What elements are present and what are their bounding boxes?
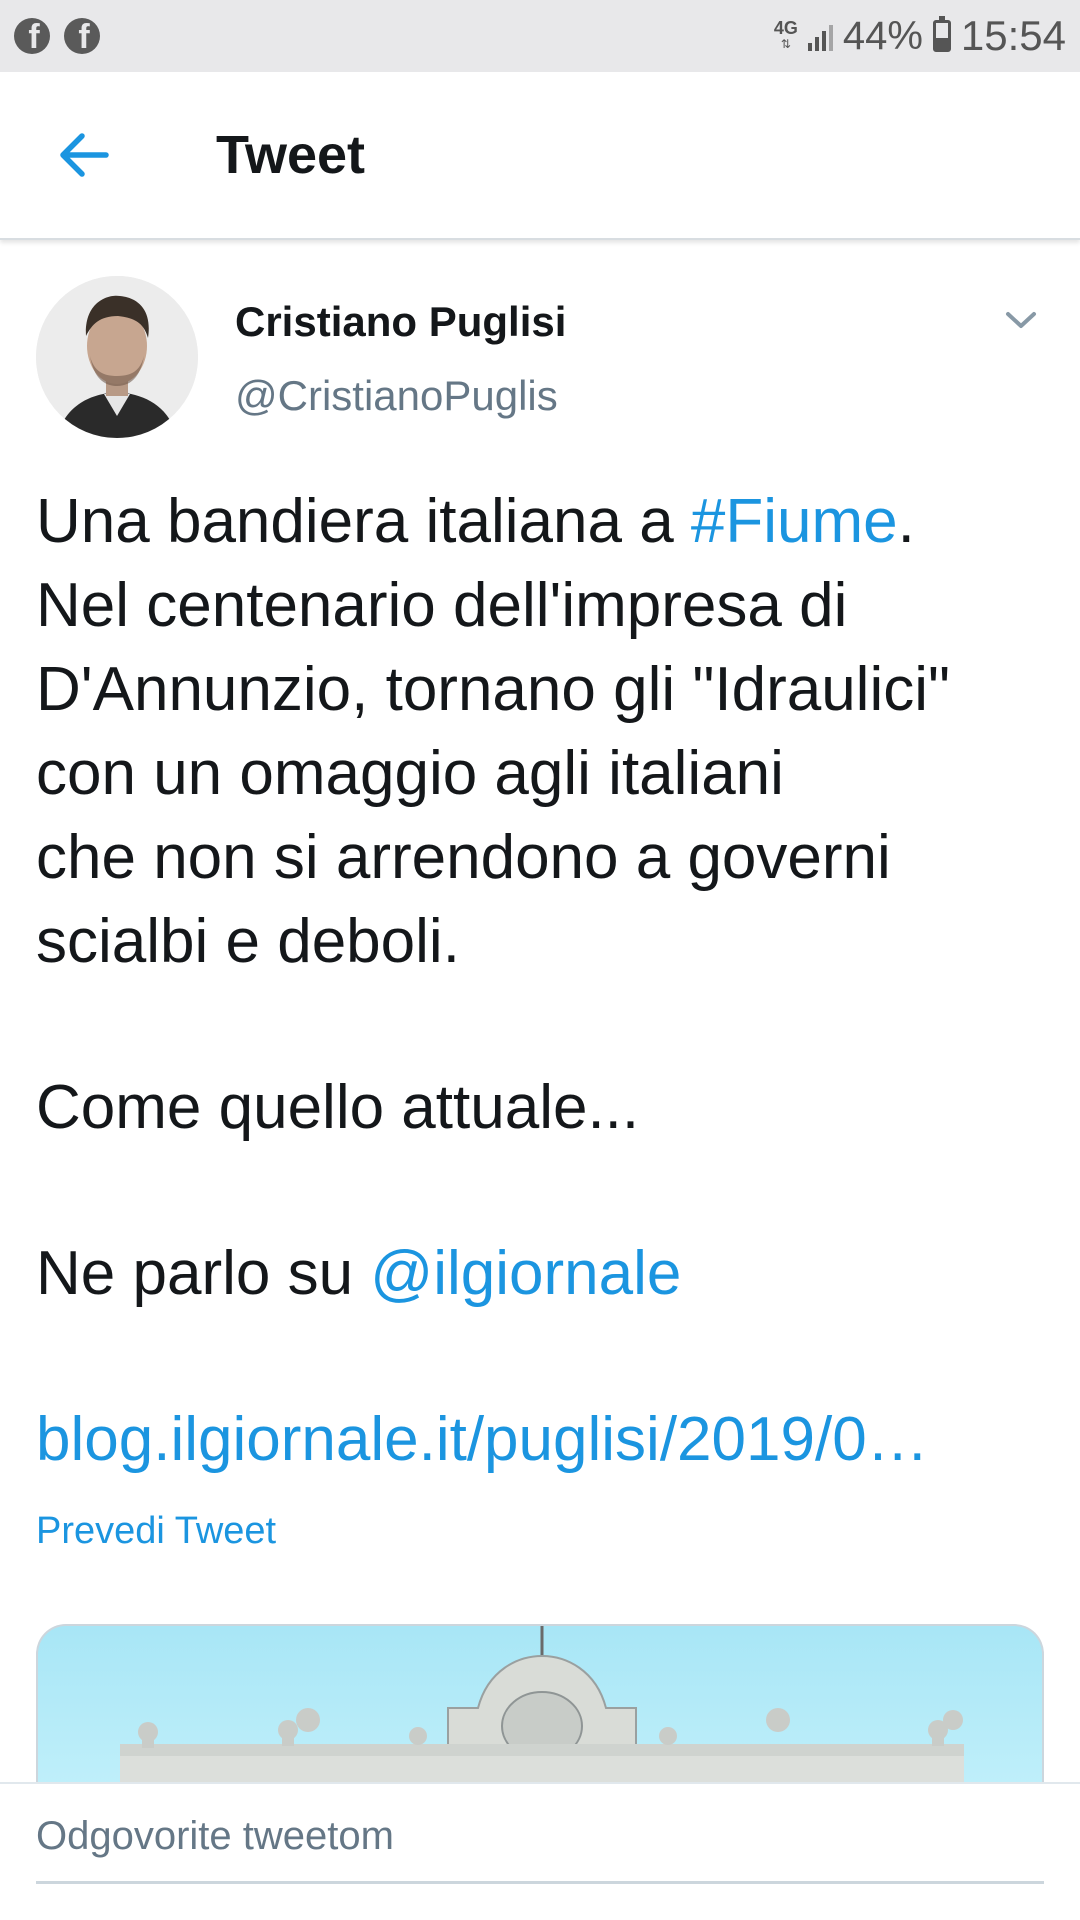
tweet-text-line: D'Annunzio, tornano gli "Idraulici" xyxy=(36,655,951,724)
reply-input[interactable]: Odgovorite tweetom xyxy=(36,1814,1044,1884)
tweet-media-image[interactable] xyxy=(36,1624,1044,1784)
network-type: 4G ⇅ xyxy=(773,18,798,51)
battery-percent: 44% xyxy=(842,13,923,58)
system-status: 4G ⇅ 44% 15:54 xyxy=(774,12,1066,60)
author-display-name[interactable]: Cristiano Puglisi xyxy=(235,298,566,346)
building-photo xyxy=(120,1626,964,1784)
author-handle[interactable]: @CristianoPuglis xyxy=(235,372,558,420)
tweet-text-line: Come quello attuale... xyxy=(36,1073,640,1142)
status-bar: f f 4G ⇅ 44% 15:54 xyxy=(0,0,1080,72)
data-arrows-icon: ⇅ xyxy=(780,37,791,51)
chevron-down-icon xyxy=(1006,312,1036,328)
tweet-text-line: scialbi e deboli. xyxy=(36,907,460,976)
reply-bar: Odgovorite tweetom xyxy=(0,1782,1080,1920)
avatar[interactable] xyxy=(36,276,198,438)
clock: 15:54 xyxy=(960,12,1066,59)
tweet-text: Una bandiera italiana a #Fiume. Nel cent… xyxy=(36,480,1046,1482)
arrow-left-icon xyxy=(60,133,109,177)
tweet: Cristiano Puglisi @CristianoPuglis Una b… xyxy=(0,240,1080,1552)
tweet-text-line: Una bandiera italiana a #Fiume. xyxy=(36,487,915,556)
tweet-text-line: che non si arrendono a governi xyxy=(36,823,891,892)
facebook-icon: f xyxy=(64,18,100,54)
tweet-text-line: con un omaggio agli italiani xyxy=(36,739,784,808)
tweet-text-line: Nel centenario dell'impresa di xyxy=(36,571,848,640)
hashtag-link[interactable]: #Fiume xyxy=(691,487,898,556)
avatar-image xyxy=(36,276,198,438)
mention-link[interactable]: @ilgiornale xyxy=(370,1239,681,1308)
tweet-options-button[interactable] xyxy=(996,300,1046,340)
translate-tweet-link[interactable]: Prevedi Tweet xyxy=(36,1510,276,1553)
app-header: Tweet xyxy=(0,72,1080,240)
tweet-author: Cristiano Puglisi @CristianoPuglis xyxy=(0,240,1080,450)
tweet-text-line: Ne parlo su @ilgiornale xyxy=(36,1239,682,1308)
battery-icon xyxy=(932,16,951,52)
signal-strength-icon xyxy=(807,21,833,51)
page-title: Tweet xyxy=(216,125,366,185)
facebook-icon: f xyxy=(14,18,50,54)
notification-icons: f f xyxy=(14,18,100,54)
back-button[interactable] xyxy=(44,115,124,195)
url-link[interactable]: blog.ilgiornale.it/puglisi/2019/0… xyxy=(36,1398,1046,1482)
